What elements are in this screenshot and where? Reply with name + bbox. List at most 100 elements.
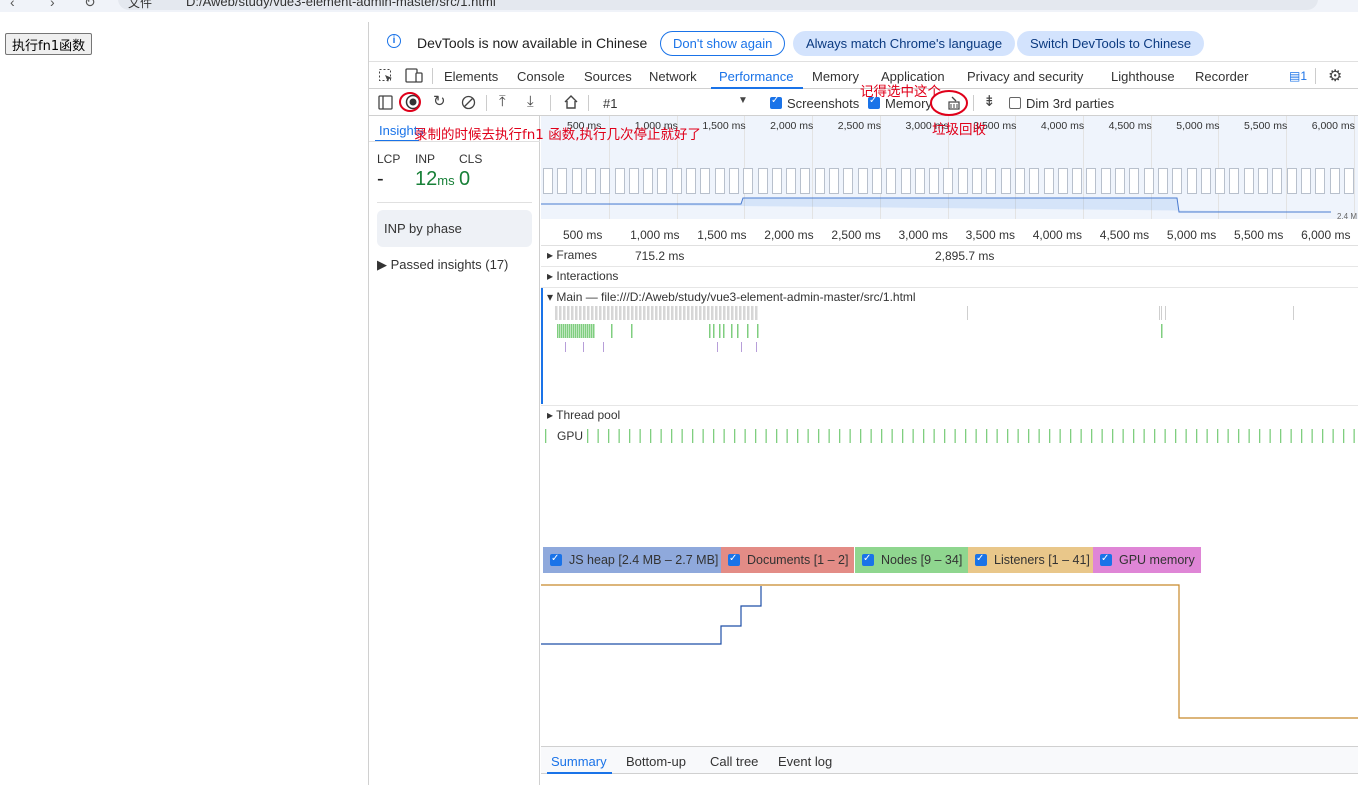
- screenshot-frame[interactable]: [1143, 168, 1154, 194]
- screenshots-checkbox[interactable]: [770, 95, 782, 109]
- gpu-task[interactable]: [933, 429, 935, 443]
- script-block[interactable]: [587, 324, 589, 338]
- gpu-task[interactable]: [1196, 429, 1198, 443]
- script-block[interactable]: [1161, 324, 1163, 338]
- gpu-task[interactable]: [1059, 429, 1061, 443]
- task-block[interactable]: [735, 306, 738, 320]
- gpu-task[interactable]: [723, 429, 725, 443]
- gpu-task[interactable]: [902, 429, 904, 443]
- collapse-tracks-icon[interactable]: ⇟: [983, 94, 996, 110]
- task-block[interactable]: [603, 306, 606, 320]
- gpu-task[interactable]: [912, 429, 914, 443]
- inspect-element-icon[interactable]: [378, 68, 394, 84]
- script-block[interactable]: [575, 324, 577, 338]
- nodes-toggle[interactable]: Nodes [9 – 34]: [855, 546, 969, 573]
- gpu-track[interactable]: GPU: [555, 429, 586, 443]
- gpu-task[interactable]: [1164, 429, 1166, 443]
- task-block[interactable]: [607, 306, 610, 320]
- gpu-task[interactable]: [797, 429, 799, 443]
- script-block[interactable]: [709, 324, 711, 338]
- screenshot-frame[interactable]: [557, 168, 568, 194]
- screenshot-frame[interactable]: [1043, 168, 1054, 194]
- gpu-task[interactable]: [1091, 429, 1093, 443]
- task-block[interactable]: [755, 306, 758, 320]
- screenshot-frame[interactable]: [1329, 168, 1340, 194]
- task-block[interactable]: [667, 306, 670, 320]
- script-block[interactable]: [747, 324, 749, 338]
- task-block[interactable]: [967, 306, 968, 320]
- tab-elements[interactable]: Elements: [444, 69, 498, 84]
- script-block[interactable]: [581, 324, 583, 338]
- script-block[interactable]: [593, 324, 595, 338]
- script-block[interactable]: [757, 324, 759, 338]
- gpu-task[interactable]: [1133, 429, 1135, 443]
- gpu-task[interactable]: [1290, 429, 1292, 443]
- gpu-task[interactable]: [818, 429, 820, 443]
- home-icon[interactable]: [563, 94, 579, 110]
- screenshot-frame[interactable]: [1000, 168, 1011, 194]
- task-block[interactable]: [691, 306, 694, 320]
- screenshot-frame[interactable]: [1014, 168, 1025, 194]
- gpu-task[interactable]: [1206, 429, 1208, 443]
- gpu-task[interactable]: [944, 429, 946, 443]
- screenshot-frame[interactable]: [714, 168, 725, 194]
- task-block[interactable]: [687, 306, 690, 320]
- script-block[interactable]: [561, 324, 563, 338]
- documents-toggle[interactable]: Documents [1 – 2]: [721, 546, 855, 573]
- task-block[interactable]: [555, 306, 558, 320]
- gpu-task[interactable]: [1217, 429, 1219, 443]
- gpu-task[interactable]: [629, 429, 631, 443]
- task-block[interactable]: [655, 306, 658, 320]
- gpu-task[interactable]: [1038, 429, 1040, 443]
- screenshot-frame[interactable]: [972, 168, 982, 194]
- gpu-task[interactable]: [996, 429, 998, 443]
- screenshot-frame[interactable]: [628, 168, 639, 194]
- gpu-task[interactable]: [1227, 429, 1229, 443]
- site-info-label[interactable]: 文件: [128, 0, 152, 11]
- gpu-task[interactable]: [1269, 429, 1271, 443]
- screenshot-frame[interactable]: [857, 168, 868, 194]
- screenshot-frame[interactable]: [1115, 168, 1125, 194]
- tab-lighthouse[interactable]: Lighthouse: [1111, 69, 1175, 84]
- screenshot-frame[interactable]: [1272, 168, 1283, 194]
- gpu-task[interactable]: [849, 429, 851, 443]
- script-block[interactable]: [723, 324, 725, 338]
- task-block[interactable]: [615, 306, 618, 320]
- tab-memory[interactable]: Memory: [812, 69, 859, 84]
- task-block[interactable]: [563, 306, 566, 320]
- gpu-task[interactable]: [650, 429, 652, 443]
- screenshot-frame[interactable]: [1315, 168, 1326, 194]
- gpu-task[interactable]: [671, 429, 673, 443]
- script-block[interactable]: [611, 324, 613, 338]
- gpu-task[interactable]: [1143, 429, 1145, 443]
- gpu-task[interactable]: [807, 429, 809, 443]
- task-block[interactable]: [1293, 306, 1294, 320]
- render-block[interactable]: [603, 342, 604, 352]
- task-block[interactable]: [1159, 306, 1160, 320]
- script-block[interactable]: [567, 324, 569, 338]
- screenshot-frame[interactable]: [786, 168, 797, 194]
- inp-by-phase-card[interactable]: INP by phase: [377, 210, 532, 247]
- task-block[interactable]: [715, 306, 718, 320]
- gpu-task[interactable]: [1185, 429, 1187, 443]
- script-block[interactable]: [563, 324, 565, 338]
- gpu-task[interactable]: [1353, 429, 1355, 443]
- task-block[interactable]: [619, 306, 622, 320]
- gpu-memory-toggle[interactable]: GPU memory: [1093, 546, 1201, 573]
- task-block[interactable]: [671, 306, 674, 320]
- task-block[interactable]: [567, 306, 570, 320]
- task-block[interactable]: [747, 306, 750, 320]
- tab-console[interactable]: Console: [517, 69, 565, 84]
- chevron-down-icon[interactable]: ▼: [738, 95, 748, 106]
- task-block[interactable]: [611, 306, 614, 320]
- gpu-task[interactable]: [1311, 429, 1313, 443]
- gpu-task[interactable]: [765, 429, 767, 443]
- script-block[interactable]: [569, 324, 571, 338]
- sidebar-toggle-icon[interactable]: [378, 95, 393, 110]
- frames-track[interactable]: ▸ Frames: [547, 248, 597, 262]
- tab-sources[interactable]: Sources: [584, 69, 632, 84]
- task-block[interactable]: [723, 306, 726, 320]
- screenshot-frame[interactable]: [1129, 168, 1140, 194]
- screenshot-frame[interactable]: [1258, 168, 1268, 194]
- gpu-task[interactable]: [692, 429, 694, 443]
